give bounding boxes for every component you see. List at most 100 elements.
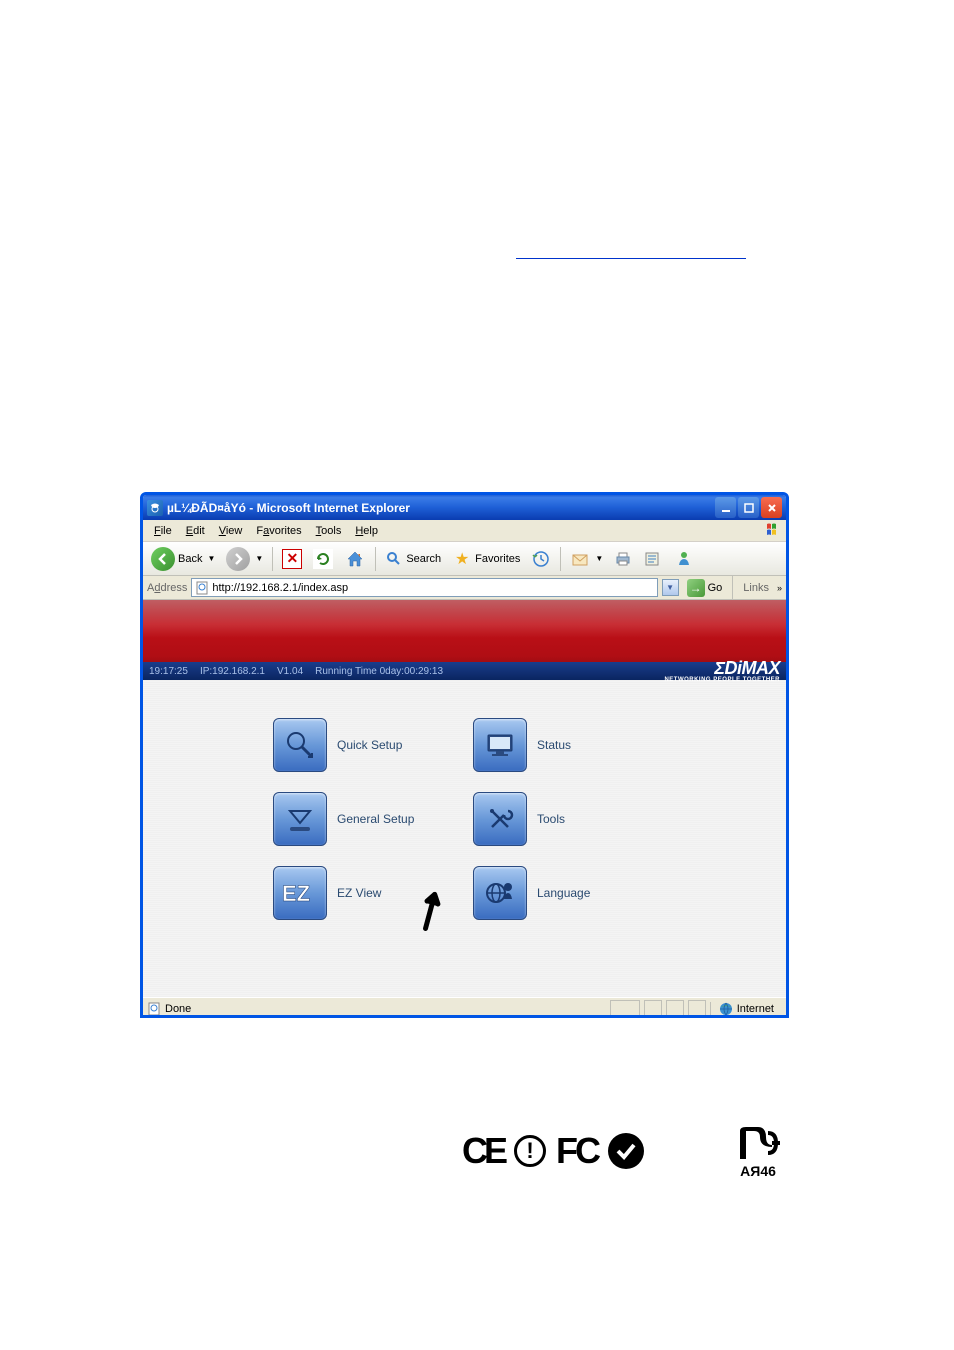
print-button[interactable] — [610, 548, 636, 570]
status-version: V1.04 — [277, 666, 303, 677]
refresh-icon — [313, 549, 333, 569]
title-bar: µL¼ÐÃD¤åYó - Microsoft Internet Explorer — [143, 495, 786, 520]
status-strip: 19:17:25 IP:192.168.2.1 V1.04 Running Ti… — [143, 662, 786, 680]
address-label: Address — [147, 582, 187, 594]
status-done: Done — [165, 1003, 606, 1015]
status-panel — [610, 1000, 640, 1017]
status-time: 19:17:25 — [149, 666, 188, 677]
tile-status[interactable]: Status — [473, 710, 673, 780]
favorites-icon: ★ — [452, 549, 472, 569]
quick-setup-label: Quick Setup — [337, 738, 402, 752]
forward-dropdown-icon: ▼ — [255, 554, 263, 563]
mail-dropdown-icon: ▼ — [595, 554, 603, 563]
mail-icon — [570, 549, 590, 569]
home-icon — [344, 548, 366, 570]
menu-edit[interactable]: Edit — [179, 523, 212, 539]
menu-tools[interactable]: Tools — [309, 523, 349, 539]
c-tick-mark — [608, 1133, 644, 1169]
certification-logos: CE ! FC AЯ46 — [462, 1123, 782, 1179]
back-label: Back — [178, 553, 202, 565]
edit-icon — [643, 549, 663, 569]
ce-mark: CE — [462, 1130, 504, 1172]
stop-button[interactable]: ✕ — [278, 547, 306, 571]
language-label: Language — [537, 886, 590, 900]
banner: 19:17:25 IP:192.168.2.1 V1.04 Running Ti… — [143, 600, 786, 680]
favorites-label: Favorites — [475, 553, 520, 565]
menu-grid: Quick Setup Status General Setup Tools — [143, 680, 786, 928]
search-icon — [385, 550, 403, 568]
menu-help[interactable]: Help — [348, 523, 385, 539]
status-ip: IP:192.168.2.1 — [200, 666, 265, 677]
svg-text:EZ: EZ — [282, 881, 310, 906]
tile-tools[interactable]: Tools — [473, 784, 673, 854]
links-chevron-icon[interactable]: » — [777, 583, 782, 593]
back-button[interactable]: Back ▼ — [147, 545, 219, 573]
done-icon — [147, 1002, 161, 1016]
security-zone: Internet — [710, 1002, 782, 1016]
back-icon — [151, 547, 175, 571]
general-setup-icon — [273, 792, 327, 846]
tools-icon — [473, 792, 527, 846]
tile-general-setup[interactable]: General Setup — [273, 784, 473, 854]
status-bar: Done Internet — [143, 997, 786, 1018]
tile-language[interactable]: Language — [473, 858, 673, 928]
hyperlink-underline — [516, 258, 746, 259]
toolbar-separator — [272, 547, 273, 571]
links-label[interactable]: Links — [739, 582, 773, 594]
warning-mark: ! — [514, 1135, 546, 1167]
favorites-button[interactable]: ★ Favorites — [448, 547, 524, 571]
globe-icon — [719, 1002, 733, 1016]
go-label: Go — [708, 582, 723, 594]
messenger-icon — [674, 549, 694, 569]
browser-window: µL¼ÐÃD¤åYó - Microsoft Internet Explorer… — [140, 492, 789, 1018]
forward-icon — [226, 547, 250, 571]
toolbar-separator — [375, 547, 376, 571]
back-dropdown-icon: ▼ — [207, 554, 215, 563]
menu-favorites[interactable]: Favorites — [249, 523, 308, 539]
home-button[interactable] — [340, 546, 370, 572]
go-button[interactable]: → Go — [683, 579, 727, 597]
stop-icon: ✕ — [282, 549, 302, 569]
language-icon — [473, 866, 527, 920]
address-separator — [732, 576, 733, 600]
status-panel — [688, 1000, 706, 1017]
maximize-button[interactable] — [738, 497, 759, 518]
page-content: 19:17:25 IP:192.168.2.1 V1.04 Running Ti… — [143, 600, 786, 997]
window-title: µL¼ÐÃD¤åYó - Microsoft Internet Explorer — [167, 501, 715, 515]
address-url: http://192.168.2.1/index.asp — [212, 582, 653, 594]
quick-setup-icon — [273, 718, 327, 772]
status-icon — [473, 718, 527, 772]
windows-flag-icon — [766, 522, 784, 538]
ez-view-icon: EZ — [273, 866, 327, 920]
status-label: Status — [537, 738, 571, 752]
forward-button[interactable]: ▼ — [222, 545, 267, 573]
address-input[interactable]: http://192.168.2.1/index.asp — [191, 578, 657, 597]
page-icon — [195, 581, 209, 595]
toolbar-separator — [560, 547, 561, 571]
search-button[interactable]: Search — [381, 548, 445, 570]
zone-label: Internet — [737, 1003, 774, 1015]
ie-icon — [147, 500, 163, 516]
pct-mark: AЯ46 — [734, 1123, 782, 1179]
general-setup-label: General Setup — [337, 812, 414, 826]
window-controls — [715, 497, 782, 518]
refresh-button[interactable] — [309, 547, 337, 571]
menu-bar: File Edit View Favorites Tools Help — [143, 520, 786, 542]
edit-button[interactable] — [639, 547, 667, 571]
minimize-button[interactable] — [715, 497, 736, 518]
menu-view[interactable]: View — [212, 523, 250, 539]
address-bar: Address http://192.168.2.1/index.asp ▼ →… — [143, 576, 786, 600]
address-dropdown[interactable]: ▼ — [662, 579, 679, 596]
menu-file[interactable]: File — [147, 523, 179, 539]
go-icon: → — [687, 579, 705, 597]
fcc-mark: FC — [556, 1130, 598, 1172]
toolbar: Back ▼ ▼ ✕ Search — [143, 542, 786, 576]
history-button[interactable] — [527, 547, 555, 571]
pct-code: AЯ46 — [734, 1163, 782, 1179]
status-panel — [644, 1000, 662, 1017]
status-running: Running Time 0day:00:29:13 — [315, 666, 443, 677]
mail-button[interactable]: ▼ — [566, 547, 607, 571]
close-button[interactable] — [761, 497, 782, 518]
tile-quick-setup[interactable]: Quick Setup — [273, 710, 473, 780]
messenger-button[interactable] — [670, 547, 698, 571]
